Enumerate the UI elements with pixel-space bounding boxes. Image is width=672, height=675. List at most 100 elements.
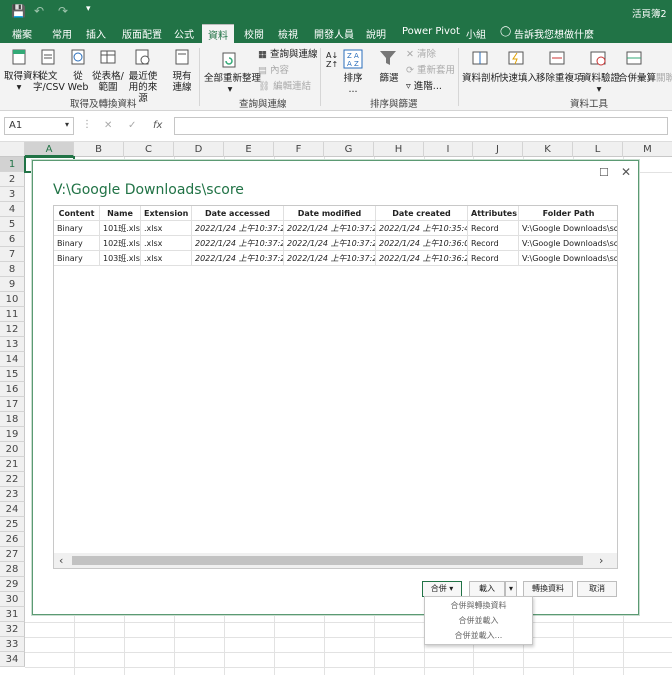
row-header[interactable]: 1 [0,157,25,172]
menu-item-combine-transform[interactable]: 合併與轉換資料 [425,598,532,613]
properties-button[interactable]: ▤ 內容 [258,65,289,76]
flash-fill-button[interactable]: 快速填入 [499,73,537,84]
load-dropdown-button[interactable]: ▾ [505,581,517,597]
row-header[interactable]: 31 [0,607,25,622]
row-header[interactable]: 18 [0,412,25,427]
queries-connections-button[interactable]: ▦ 查詢與連線 [258,49,318,60]
tab-insert[interactable]: 插入 [86,26,106,41]
tab-help[interactable]: 說明 [366,26,386,41]
reapply-button[interactable]: ⟳ 重新套用 [406,65,455,76]
row-header[interactable]: 32 [0,622,25,637]
row-header[interactable]: 19 [0,427,25,442]
row-header[interactable]: 34 [0,652,25,667]
row-header[interactable]: 2 [0,172,25,187]
from-text-csv-button[interactable]: 從文字/CSV [33,71,65,93]
clear-button[interactable]: ✕ 清除 [406,49,436,60]
advanced-button[interactable]: ▿ 進階... [406,81,442,92]
scroll-right-icon[interactable]: › [599,553,603,568]
maximize-icon[interactable]: ☐ [599,166,609,179]
data-validation-button[interactable]: 資料驗證 ▾ [582,73,620,95]
cancel-icon[interactable]: ✕ [104,120,112,131]
menu-item-combine-load[interactable]: 合併並載入 [425,613,532,628]
row-header[interactable]: 4 [0,202,25,217]
formula-input[interactable] [174,117,668,135]
sort-az-icon[interactable]: A↓ Z↑ [326,51,338,69]
tab-data[interactable]: 資料 [202,24,234,43]
column-header[interactable]: I [424,142,473,157]
filter-button[interactable]: 篩選 [378,73,400,84]
tell-me-box[interactable]: 告訴我您想做什麼 [514,26,594,41]
row-header[interactable]: 9 [0,277,25,292]
row-header[interactable]: 14 [0,352,25,367]
save-icon[interactable]: 💾 [11,4,26,18]
row-header[interactable]: 23 [0,487,25,502]
row-header[interactable]: 17 [0,397,25,412]
tab-file[interactable]: 檔案 [12,26,32,41]
column-header[interactable]: J [473,142,523,157]
tab-review[interactable]: 校閱 [244,26,264,41]
column-header[interactable]: H [374,142,424,157]
select-all-corner[interactable] [0,142,25,157]
row-header[interactable]: 11 [0,307,25,322]
refresh-all-button[interactable]: 全部重新整理 ▾ [204,73,261,95]
row-header[interactable]: 27 [0,547,25,562]
undo-icon[interactable]: ↶ [34,4,44,18]
row-header[interactable]: 26 [0,532,25,547]
row-header[interactable]: 13 [0,337,25,352]
name-box[interactable]: A1 ▾ [4,117,74,135]
tab-formulas[interactable]: 公式 [174,26,194,41]
row-header[interactable]: 3 [0,187,25,202]
scrollbar-thumb[interactable] [72,556,583,565]
column-header[interactable]: C [124,142,174,157]
row-header[interactable]: 20 [0,442,25,457]
chevron-down-icon[interactable]: ▾ [65,120,69,129]
edit-links-button[interactable]: ⛓ 編輯連結 [258,81,311,92]
column-header[interactable]: K [523,142,573,157]
menu-item-combine-load-to[interactable]: 合併並載入... [425,628,532,643]
column-header[interactable]: F [274,142,324,157]
from-web-button[interactable]: 從 Web [64,71,92,93]
customize-toolbar-icon[interactable]: ▾ [86,4,91,14]
tab-team[interactable]: 小組 [466,26,486,41]
row-header[interactable]: 24 [0,502,25,517]
row-header[interactable]: 12 [0,322,25,337]
row-header[interactable]: 25 [0,517,25,532]
tab-home[interactable]: 常用 [52,26,72,41]
row-header[interactable]: 33 [0,637,25,652]
row-header[interactable]: 15 [0,367,25,382]
row-header[interactable]: 30 [0,592,25,607]
from-table-range-button[interactable]: 從表格/範圍 [92,71,124,93]
tab-developer[interactable]: 開發人員 [314,26,354,41]
row-header[interactable]: 16 [0,382,25,397]
horizontal-scrollbar[interactable]: ‹ › [54,553,617,568]
row-header[interactable]: 28 [0,562,25,577]
row-header[interactable]: 22 [0,472,25,487]
transform-data-button[interactable]: 轉換資料 [523,581,573,597]
combine-button[interactable]: 合併 ▾ [422,581,462,597]
insert-function-icon[interactable]: fx [153,120,162,131]
column-header[interactable]: E [224,142,274,157]
scroll-left-icon[interactable]: ‹ [59,553,63,568]
row-header[interactable]: 21 [0,457,25,472]
close-icon[interactable]: ✕ [621,165,631,179]
row-header[interactable]: 8 [0,262,25,277]
row-header[interactable]: 10 [0,292,25,307]
column-header[interactable]: L [573,142,623,157]
remove-duplicates-button[interactable]: 移除重複項 [536,73,584,84]
column-header[interactable]: D [174,142,224,157]
column-header[interactable]: B [74,142,124,157]
tab-power-pivot[interactable]: Power Pivot [402,26,460,37]
relationships-button[interactable]: 關聯 [656,73,672,84]
enter-icon[interactable]: ✓ [128,120,136,131]
row-header[interactable]: 7 [0,247,25,262]
cancel-button[interactable]: 取消 [577,581,617,597]
tab-page-layout[interactable]: 版面配置 [122,26,162,41]
sort-button[interactable]: 排序... [342,73,364,95]
column-header[interactable]: G [324,142,374,157]
redo-icon[interactable]: ↷ [58,4,68,18]
text-to-columns-button[interactable]: 資料剖析 [462,73,500,84]
column-header[interactable]: A [25,142,74,157]
load-button[interactable]: 載入 [469,581,505,597]
row-header[interactable]: 5 [0,217,25,232]
column-header[interactable]: M [623,142,672,157]
